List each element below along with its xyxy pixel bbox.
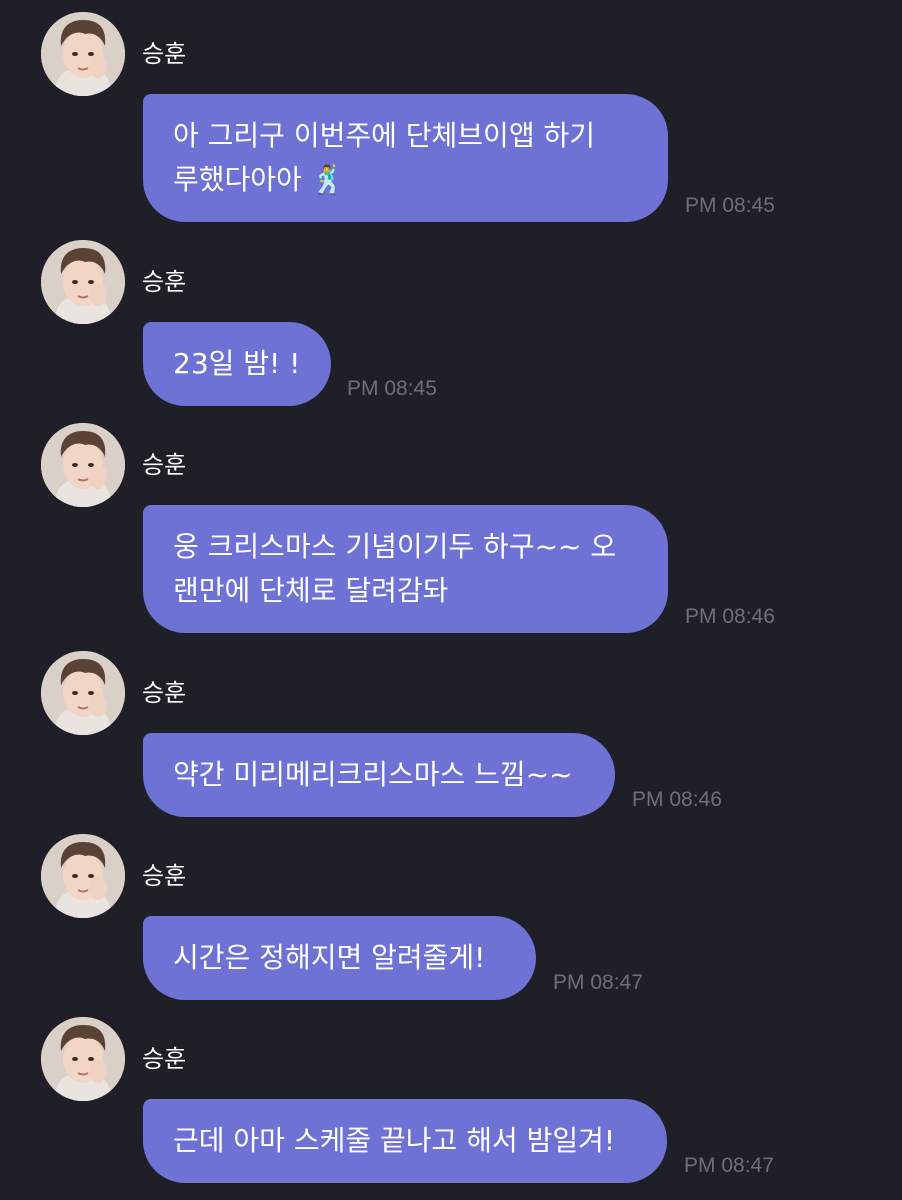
message-timestamp: PM 08:45 <box>685 194 775 217</box>
sender-name: 승훈 <box>142 1045 187 1073</box>
message-bubble[interactable]: 아 그리구 이번주에 단체브이앱 하기 루했다아아 🕺 <box>143 94 668 222</box>
message-timestamp: PM 08:46 <box>632 788 722 811</box>
message-text-line: 아 그리구 이번주에 단체브이앱 하기 <box>173 119 596 152</box>
sender-name: 승훈 <box>142 268 187 296</box>
message-text-line: 23일 밤! ! <box>173 347 301 380</box>
message-bubble[interactable]: 약간 미리메리크리스마스 느낌~~ <box>143 733 615 817</box>
avatar[interactable] <box>41 423 125 507</box>
message-bubble[interactable]: 시간은 정해지면 알려줄게! <box>143 916 536 1000</box>
chat-thread[interactable]: 승훈 아 그리구 이번주에 단체브이앱 하기 루했다아아 🕺 PM 08:45 … <box>0 0 902 1200</box>
sender-name: 승훈 <box>142 40 187 68</box>
message-text-line: 약간 미리메리크리스마스 느낌~~ <box>173 758 573 791</box>
message-timestamp: PM 08:47 <box>553 971 643 994</box>
avatar[interactable] <box>41 1017 125 1101</box>
sender-name: 승훈 <box>142 862 187 890</box>
message-bubble[interactable]: 23일 밤! ! <box>143 322 331 406</box>
message-text-line: 시간은 정해지면 알려줄게! <box>173 941 486 974</box>
message-text-line: 랜만에 단체로 달려감돠 <box>173 574 449 607</box>
message-text-line: 웅 크리스마스 기념이기두 하구~~ 오 <box>173 530 617 563</box>
sender-name: 승훈 <box>142 451 187 479</box>
message-timestamp: PM 08:46 <box>685 605 775 628</box>
message-bubble[interactable]: 근데 아마 스케줄 끝나고 해서 밤일겨! <box>143 1099 667 1183</box>
message-bubble[interactable]: 웅 크리스마스 기념이기두 하구~~ 오 랜만에 단체로 달려감돠 <box>143 505 668 633</box>
message-text-line: 루했다아아 🕺 <box>173 163 346 196</box>
avatar[interactable] <box>41 240 125 324</box>
message-timestamp: PM 08:45 <box>347 377 437 400</box>
avatar[interactable] <box>41 834 125 918</box>
sender-name: 승훈 <box>142 679 187 707</box>
avatar[interactable] <box>41 12 125 96</box>
avatar[interactable] <box>41 651 125 735</box>
message-timestamp: PM 08:47 <box>684 1154 774 1177</box>
message-text-line: 근데 아마 스케줄 끝나고 해서 밤일겨! <box>173 1124 616 1157</box>
